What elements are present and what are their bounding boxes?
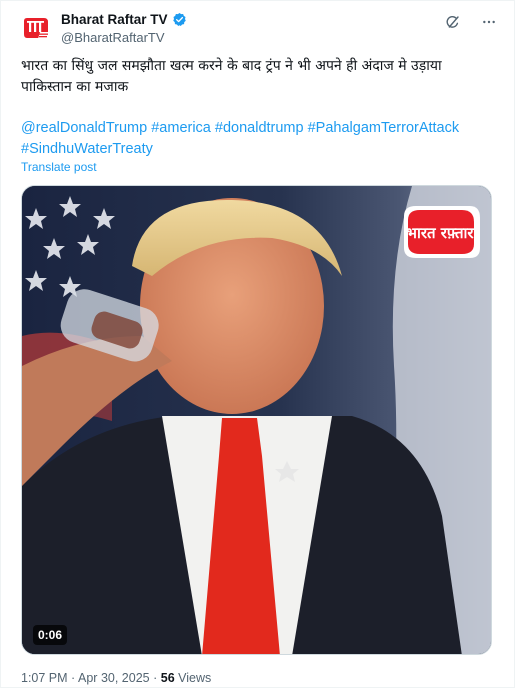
author-name-row: Bharat Raftar TV: [61, 12, 187, 27]
meta-separator: ·: [153, 671, 158, 685]
post-actions-top: [444, 13, 498, 31]
video-watermark-text: भारत रफ़्तार: [406, 224, 474, 242]
hashtag-link[interactable]: #donaldtrump: [215, 120, 304, 136]
post-time[interactable]: 1:07 PM: [21, 671, 68, 685]
hashtag-link[interactable]: #america: [151, 120, 211, 136]
meta-separator: ·: [71, 671, 76, 685]
post-card: Bharat Raftar TV @BharatRaftarTV भारत का…: [0, 0, 515, 688]
verified-badge-icon: [172, 12, 187, 27]
hashtag-link[interactable]: #SindhuWaterTreaty: [21, 141, 153, 157]
avatar[interactable]: [20, 12, 54, 46]
post-text: भारत का सिंधु जल समझौता खत्म करने के बाद…: [21, 58, 442, 95]
more-icon[interactable]: [480, 13, 498, 31]
post-meta: 1:07 PM · Apr 30, 2025 · 56 Views: [21, 671, 211, 685]
video-thumbnail: भारत रफ़्तार: [22, 186, 491, 654]
video-player[interactable]: भारत रफ़्तार 0:06: [21, 185, 492, 655]
mention-link[interactable]: @realDonaldTrump: [21, 120, 147, 136]
hashtag-list: @realDonaldTrump #america #donaldtrump #…: [21, 118, 491, 160]
views-count: 56: [160, 671, 175, 685]
grok-icon[interactable]: [444, 13, 462, 31]
post-date[interactable]: Apr 30, 2025: [78, 671, 150, 685]
hashtag-link[interactable]: #PahalgamTerrorAttack: [308, 120, 460, 136]
author-handle[interactable]: @BharatRaftarTV: [61, 30, 165, 45]
video-duration-badge: 0:06: [33, 625, 68, 645]
views-label: Views: [178, 671, 212, 685]
author-display-name[interactable]: Bharat Raftar TV: [61, 12, 168, 27]
translate-post-link[interactable]: Translate post: [21, 160, 97, 174]
bharat-raftar-logo-icon: [20, 12, 54, 46]
